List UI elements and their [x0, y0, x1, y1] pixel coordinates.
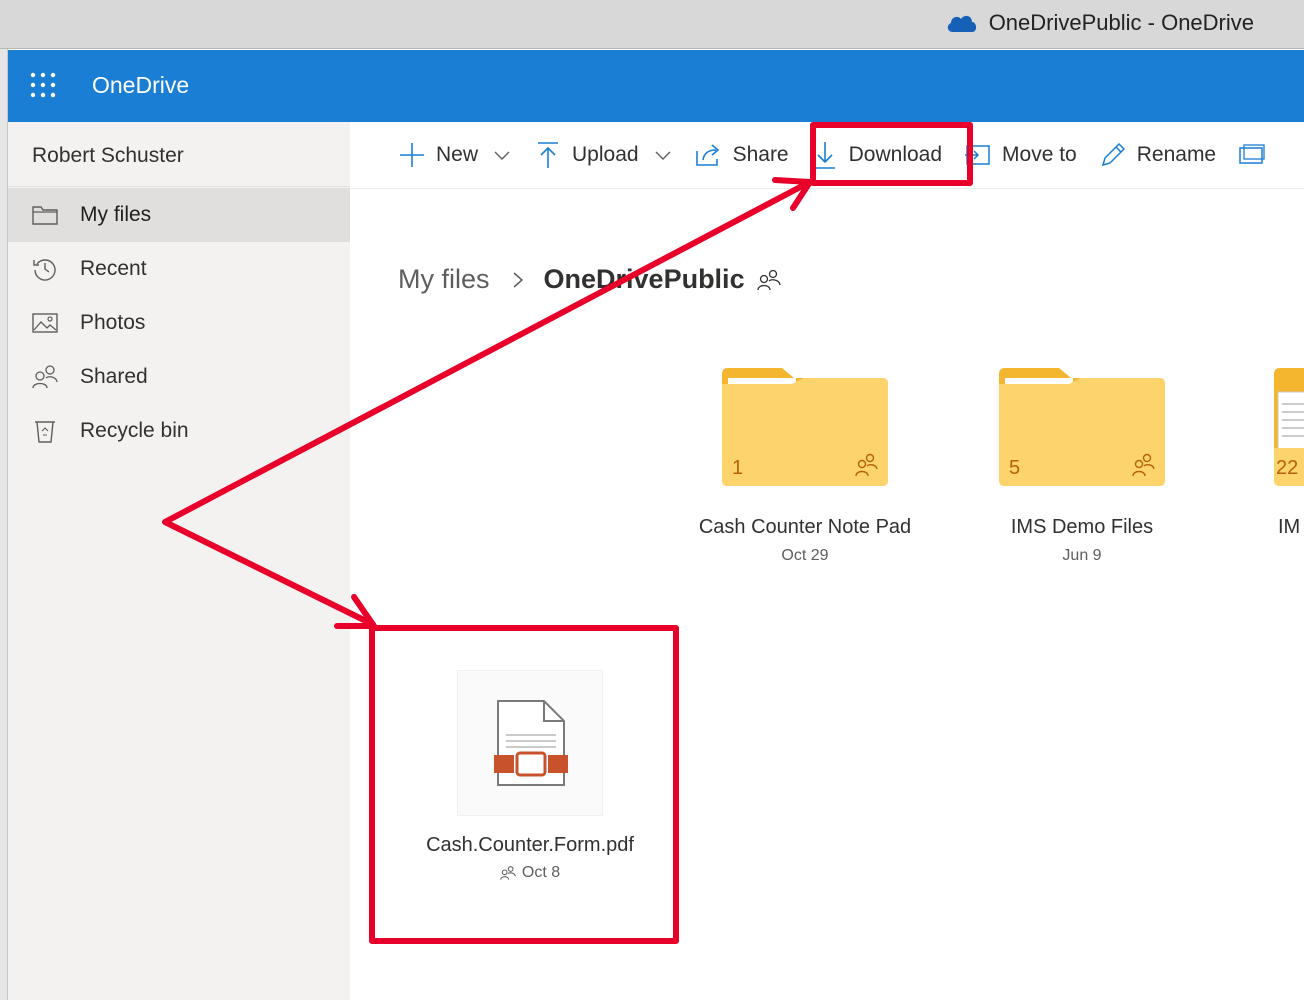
folder-date: Jun 9	[1062, 547, 1102, 564]
folder-name: IM	[1278, 516, 1301, 538]
sidebar-item-shared[interactable]: Shared	[8, 350, 350, 404]
file-thumbnail[interactable]	[457, 670, 603, 816]
chevron-down-icon	[655, 151, 671, 160]
sidebar-item-my-files[interactable]: My files	[8, 188, 350, 242]
folder-count: 5	[1009, 457, 1020, 479]
window-titlebar: OneDrivePublic - OneDrive	[0, 0, 1304, 49]
upload-icon	[534, 141, 562, 169]
plus-icon	[398, 141, 426, 169]
window-title-text: OneDrivePublic - OneDrive	[988, 10, 1254, 35]
app-header: OneDrive	[8, 50, 1304, 122]
app-brand[interactable]: OneDrive	[92, 72, 189, 99]
new-button[interactable]: New	[398, 122, 512, 189]
download-button[interactable]: Download	[811, 122, 942, 189]
pdf-file-icon	[494, 700, 568, 786]
sidebar-item-label: Photos	[80, 311, 146, 334]
folder-tile[interactable]: 1 Cash Counter Note Pad Oct 29	[675, 364, 935, 565]
sidebar-item-photos[interactable]: Photos	[8, 296, 350, 350]
breadcrumb-current-folder: OneDrivePublic	[543, 264, 745, 294]
folder-date: Oct 29	[781, 547, 829, 564]
people-icon	[30, 364, 60, 390]
shared-people-icon	[500, 866, 516, 880]
rename-button[interactable]: Rename	[1099, 122, 1216, 189]
folder-count: 22	[1276, 457, 1298, 479]
shared-folder-icon: 5	[999, 368, 1165, 486]
history-icon	[30, 256, 60, 282]
folder-name: Cash Counter Note Pad	[698, 516, 912, 538]
shared-folder-icon: 1	[722, 368, 888, 486]
sidebar: Robert Schuster My files Recent Photos S…	[8, 122, 350, 1000]
pencil-icon	[1099, 141, 1127, 169]
move-to-label: Move to	[1002, 143, 1077, 166]
file-name: Cash.Counter.Form.pdf	[426, 834, 634, 856]
upload-button[interactable]: Upload	[534, 122, 673, 189]
share-label: Share	[732, 143, 789, 166]
app-launcher-icon[interactable]	[30, 72, 56, 98]
sidebar-item-label: Shared	[80, 365, 148, 388]
sidebar-item-label: My files	[80, 203, 152, 226]
sidebar-item-label: Recycle bin	[80, 419, 189, 442]
embed-icon	[1238, 141, 1266, 169]
move-to-button[interactable]: Move to	[964, 122, 1077, 189]
folder-name: IMS Demo Files	[1010, 516, 1154, 538]
rename-label: Rename	[1136, 143, 1217, 166]
download-label: Download	[848, 143, 943, 166]
window-left-edge	[0, 49, 8, 1000]
user-name: Robert Schuster	[32, 144, 184, 167]
folder-count: 1	[732, 457, 743, 479]
folder-tile[interactable]: 22 IM	[1270, 364, 1304, 539]
chevron-down-icon	[494, 151, 510, 160]
sidebar-divider	[8, 186, 350, 187]
move-to-icon	[964, 141, 992, 169]
chevron-right-icon	[513, 271, 523, 288]
more-commands-button[interactable]	[1238, 122, 1276, 189]
file-meta: Oct 8	[400, 864, 660, 882]
breadcrumb: My files OneDrivePublic	[398, 264, 781, 295]
share-icon	[695, 141, 723, 169]
sidebar-item-recycle-bin[interactable]: Recycle bin	[8, 404, 350, 458]
new-label: New	[436, 143, 479, 166]
sidebar-item-recent[interactable]: Recent	[8, 242, 350, 296]
onedrive-cloud-icon	[947, 15, 976, 32]
window-title: OneDrivePublic - OneDrive	[945, 10, 1254, 36]
folder-tile[interactable]: 5 IMS Demo Files Jun 9	[952, 364, 1212, 565]
share-button[interactable]: Share	[695, 122, 789, 189]
download-icon	[811, 141, 839, 169]
upload-label: Upload	[572, 143, 639, 166]
photo-icon	[30, 310, 60, 336]
file-date: Oct 8	[521, 864, 561, 881]
folder-icon	[30, 202, 60, 228]
sidebar-nav: My files Recent Photos Shared Recycle bi…	[8, 188, 350, 458]
recycle-bin-icon	[30, 418, 60, 444]
sidebar-item-label: Recent	[80, 257, 147, 280]
shared-people-icon	[756, 269, 781, 290]
command-bar: New Upload Share Download Move to Rename	[350, 122, 1304, 189]
folder-with-preview-icon: 22	[1274, 368, 1304, 486]
breadcrumb-my-files[interactable]: My files	[398, 264, 490, 295]
